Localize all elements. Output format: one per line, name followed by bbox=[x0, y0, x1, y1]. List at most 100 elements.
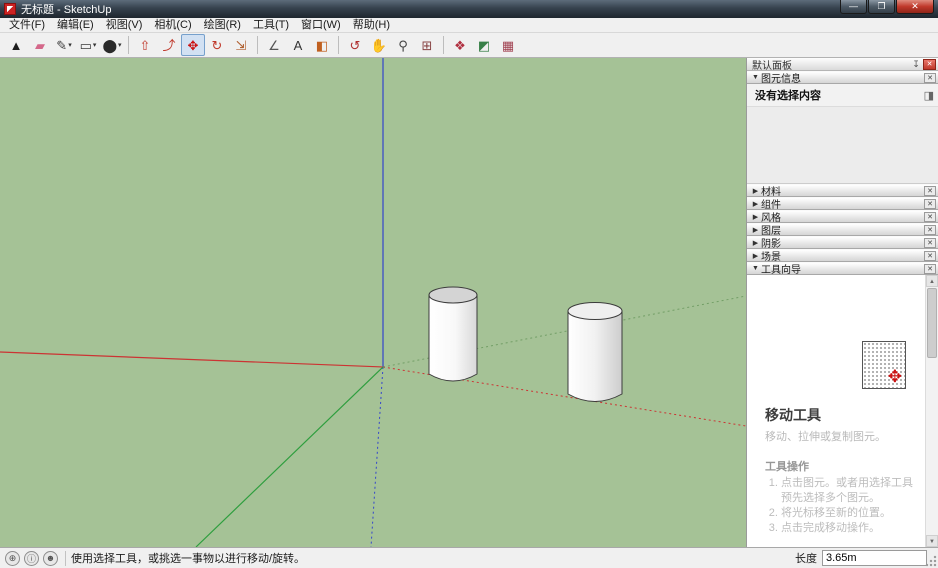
eraser-icon: ▰ bbox=[35, 39, 45, 52]
sketchup-logo-icon bbox=[4, 3, 16, 15]
get-models-tool-button[interactable]: ❖ bbox=[448, 34, 472, 56]
line-tool-button[interactable]: ✎▾ bbox=[52, 34, 76, 56]
move-icon: ✥ bbox=[188, 39, 199, 52]
menubar: 文件(F)编辑(E)视图(V)相机(C)绘图(R)工具(T)窗口(W)帮助(H) bbox=[0, 18, 938, 33]
toolbar-separator bbox=[443, 36, 444, 54]
scrollbar-thumb[interactable] bbox=[927, 288, 937, 358]
chevron-down-icon[interactable]: ▼ bbox=[750, 265, 761, 272]
red-axis[interactable] bbox=[0, 352, 383, 367]
dropdown-arrow-icon[interactable]: ▾ bbox=[118, 41, 122, 49]
text-icon: A bbox=[294, 39, 303, 52]
chevron-right-icon[interactable]: ▶ bbox=[750, 226, 761, 234]
toolbar-separator bbox=[128, 36, 129, 54]
rotate-tool-button[interactable]: ↻ bbox=[205, 34, 229, 56]
resize-grip[interactable] bbox=[925, 555, 937, 567]
green-axis[interactable] bbox=[196, 367, 383, 547]
tape-measure-tool-button[interactable]: ∠ bbox=[262, 34, 286, 56]
scroll-down-icon[interactable]: ▼ bbox=[926, 535, 938, 547]
panel-section-instructor[interactable]: ▼ 工具向导 ✕ bbox=[747, 262, 938, 275]
chevron-right-icon[interactable]: ▶ bbox=[750, 213, 761, 221]
measurement-input[interactable] bbox=[822, 550, 927, 566]
instructor-steps: 点击图元。或者用选择工具预先选择多个图元。将光标移至新的位置。点击完成移动操作。 bbox=[781, 476, 916, 535]
orbit-icon: ↺ bbox=[350, 39, 361, 52]
orbit-tool-button[interactable]: ↺ bbox=[343, 34, 367, 56]
chevron-right-icon[interactable]: ▶ bbox=[750, 187, 761, 195]
collapsed-sections: ▶材料✕▶组件✕▶风格✕▶图层✕▶阴影✕▶场景✕ bbox=[747, 184, 938, 262]
select-tool-button[interactable]: ▲ bbox=[4, 34, 28, 56]
section-close-button[interactable]: ✕ bbox=[924, 225, 936, 235]
details-toggle-icon[interactable]: ◨ bbox=[924, 89, 934, 102]
pushpull-tool-button[interactable]: ⇧ bbox=[133, 34, 157, 56]
share-model-tool-button[interactable]: ◩ bbox=[472, 34, 496, 56]
window-title: 无标题 - SketchUp bbox=[21, 1, 111, 17]
toolbar: ▲▰✎▾▭▾⬤▾⇧⤴✥↻⇲∠A◧↺✋⚲⊞❖◩▦ bbox=[0, 33, 938, 58]
measurement-box: 长度 bbox=[795, 550, 935, 566]
followme-tool-button[interactable]: ⤴ bbox=[157, 34, 181, 56]
eraser-tool-button[interactable]: ▰ bbox=[28, 34, 52, 56]
section-close-button[interactable]: ✕ bbox=[924, 238, 936, 248]
select-icon: ▲ bbox=[10, 39, 23, 52]
maximize-button[interactable]: ❐ bbox=[868, 0, 895, 14]
chevron-down-icon[interactable]: ▼ bbox=[750, 74, 761, 81]
scroll-up-icon[interactable]: ▲ bbox=[926, 275, 938, 287]
section-close-button[interactable]: ✕ bbox=[924, 199, 936, 209]
text-tool-button[interactable]: A bbox=[286, 34, 310, 56]
minimize-button[interactable]: — bbox=[840, 0, 867, 14]
geolocation-icon[interactable]: ⊕ bbox=[5, 551, 20, 566]
credits-icon[interactable]: ⓘ bbox=[24, 551, 39, 566]
cylinder-2[interactable] bbox=[568, 303, 622, 402]
paint-bucket-tool-button[interactable]: ◧ bbox=[310, 34, 334, 56]
tray-close-button[interactable]: ✕ bbox=[923, 59, 936, 70]
scale-tool-button[interactable]: ⇲ bbox=[229, 34, 253, 56]
menu-window[interactable]: 窗口(W) bbox=[295, 18, 347, 32]
instructor-step: 点击图元。或者用选择工具预先选择多个图元。 bbox=[781, 476, 916, 506]
shapes-tool-button[interactable]: ▭▾ bbox=[76, 34, 100, 56]
main-area: 默认面板 ↧ ✕ ▼ 图元信息 ✕ 没有选择内容 ◨ ▶材料✕▶组件✕▶风格✕▶… bbox=[0, 58, 938, 547]
entity-info-content: 没有选择内容 ◨ bbox=[747, 84, 938, 184]
sign-in-icon[interactable]: ☻ bbox=[43, 551, 58, 566]
section-close-button[interactable]: ✕ bbox=[924, 264, 936, 274]
chevron-right-icon[interactable]: ▶ bbox=[750, 200, 761, 208]
menu-edit[interactable]: 编辑(E) bbox=[51, 18, 100, 32]
pan-tool-button[interactable]: ✋ bbox=[367, 34, 391, 56]
entity-info-empty-text: 没有选择内容 bbox=[755, 87, 821, 103]
zoom-tool-button[interactable]: ⚲ bbox=[391, 34, 415, 56]
menu-help[interactable]: 帮助(H) bbox=[347, 18, 396, 32]
zoom-extents-tool-button[interactable]: ⊞ bbox=[415, 34, 439, 56]
circle-tool-button[interactable]: ⬤▾ bbox=[100, 34, 124, 56]
extension-warehouse-tool-button[interactable]: ▦ bbox=[496, 34, 520, 56]
menu-tools[interactable]: 工具(T) bbox=[247, 18, 295, 32]
pushpull-icon: ⇧ bbox=[140, 39, 151, 52]
menu-file[interactable]: 文件(F) bbox=[3, 18, 51, 32]
section-close-button[interactable]: ✕ bbox=[924, 186, 936, 196]
instructor-step: 点击完成移动操作。 bbox=[781, 521, 916, 536]
panel-section-entity-info[interactable]: ▼ 图元信息 ✕ bbox=[747, 71, 938, 84]
instructor-content: ✥ 移动工具 移动、拉伸或复制图元。 工具操作 点击图元。或者用选择工具预先选择… bbox=[747, 275, 938, 547]
instructor-scrollbar[interactable]: ▲ ▼ bbox=[925, 275, 938, 547]
dropdown-arrow-icon[interactable]: ▾ bbox=[93, 41, 97, 49]
close-button[interactable]: ✕ bbox=[896, 0, 934, 14]
rotate-icon: ↻ bbox=[212, 39, 223, 52]
circle-icon: ⬤ bbox=[102, 39, 117, 52]
menu-draw[interactable]: 绘图(R) bbox=[198, 18, 247, 32]
section-close-button[interactable]: ✕ bbox=[924, 212, 936, 222]
cylinder-1[interactable] bbox=[429, 287, 477, 381]
default-panel-tray: 默认面板 ↧ ✕ ▼ 图元信息 ✕ 没有选择内容 ◨ ▶材料✕▶组件✕▶风格✕▶… bbox=[746, 58, 938, 547]
chevron-right-icon[interactable]: ▶ bbox=[750, 252, 761, 260]
section-close-button[interactable]: ✕ bbox=[924, 73, 936, 83]
pin-icon[interactable]: ↧ bbox=[910, 59, 922, 70]
blue-axis-negative[interactable] bbox=[371, 367, 383, 547]
viewport[interactable] bbox=[0, 58, 746, 547]
paint-bucket-icon: ◧ bbox=[316, 39, 328, 52]
menu-camera[interactable]: 相机(C) bbox=[148, 18, 197, 32]
followme-icon: ⤴ bbox=[162, 39, 175, 52]
dropdown-arrow-icon[interactable]: ▾ bbox=[68, 41, 72, 49]
section-close-button[interactable]: ✕ bbox=[924, 251, 936, 261]
instructor-ops-title: 工具操作 bbox=[765, 458, 916, 474]
titlebar: 无标题 - SketchUp — ❐ ✕ bbox=[0, 0, 938, 18]
menu-view[interactable]: 视图(V) bbox=[100, 18, 149, 32]
model-canvas[interactable] bbox=[0, 58, 746, 547]
move-tool-button[interactable]: ✥ bbox=[181, 34, 205, 56]
chevron-right-icon[interactable]: ▶ bbox=[750, 239, 761, 247]
line-icon: ✎ bbox=[56, 39, 67, 52]
